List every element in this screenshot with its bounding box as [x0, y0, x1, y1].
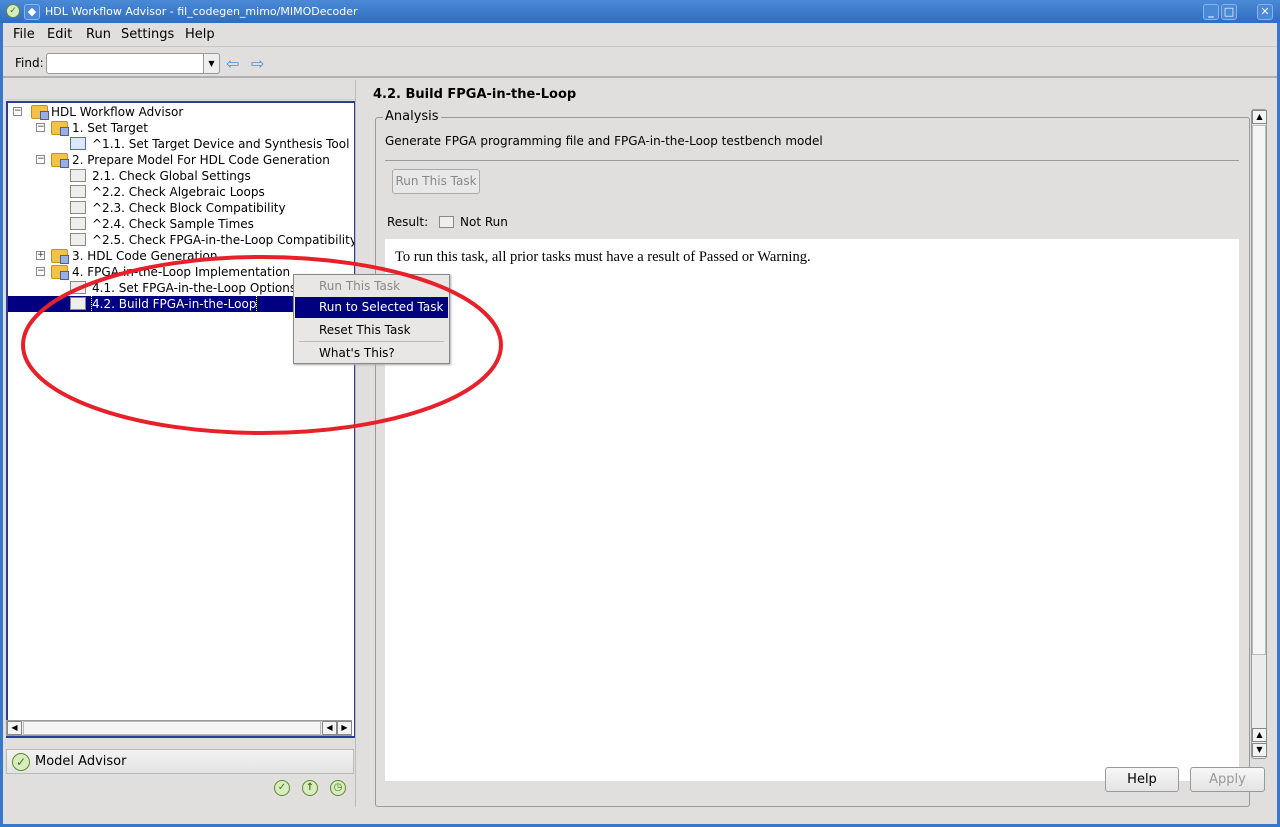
tree-item-label: ^2.3. Check Block Compatibility: [92, 201, 286, 215]
tree-item-label: 2.1. Check Global Settings: [92, 169, 251, 183]
check-upload-icon[interactable]: ↑: [302, 780, 318, 796]
find-toolbar: Find: ▼ ⇦ ⇨: [3, 48, 1277, 78]
tree-item-label: 2. Prepare Model For HDL Code Generation: [72, 153, 330, 167]
tree-item-label: 4.2. Build FPGA-in-the-Loop: [90, 295, 258, 313]
main-window: File Edit Run Settings Help Find: ▼ ⇦ ⇨ …: [3, 23, 1277, 824]
tree-item[interactable]: ^1.1. Set Target Device and Synthesis To…: [8, 136, 354, 152]
task-tree: − HDL Workflow Advisor −1. Set Target ^1.1.…: [6, 101, 356, 738]
model-advisor-label: Model Advisor: [35, 754, 127, 769]
task-icon: [70, 137, 86, 150]
find-dropdown-button[interactable]: ▼: [203, 53, 220, 74]
scroll-left-button-2[interactable]: ◀: [322, 721, 337, 735]
check-clock-icon[interactable]: ◷: [330, 780, 346, 796]
task-icon: [70, 201, 86, 214]
tree-item[interactable]: − HDL Workflow Advisor: [8, 104, 354, 120]
task-title: 4.2. Build FPGA-in-the-Loop: [373, 87, 577, 102]
model-advisor-check-icon: ✓: [12, 753, 30, 771]
model-advisor-bar[interactable]: ✓ Model Advisor: [6, 749, 354, 774]
splitter[interactable]: [355, 80, 359, 807]
tree-item[interactable]: − 1. Set Target: [8, 120, 354, 136]
tree-item[interactable]: 2.1. Check Global Settings: [8, 168, 354, 184]
tree-item[interactable]: +3. HDL Code Generation: [8, 248, 354, 264]
result-label: Result:: [387, 215, 429, 229]
run-this-task-button[interactable]: Run This Task: [392, 169, 480, 194]
task-icon: [70, 281, 86, 294]
tree-item[interactable]: − 2. Prepare Model For HDL Code Generatio…: [8, 152, 354, 168]
task-icon: [70, 233, 86, 246]
title-bar: ✓ ◆ HDL Workflow Advisor - fil_codegen_m…: [0, 0, 1280, 23]
maximize-button[interactable]: □: [1221, 4, 1237, 20]
tree-item[interactable]: ^2.4. Check Sample Times: [8, 216, 354, 232]
folder-icon: [51, 121, 69, 136]
not-run-icon: [439, 216, 454, 228]
folder-icon: [51, 249, 69, 264]
ctx-whats-this[interactable]: What's This?: [295, 343, 448, 364]
expand-icon[interactable]: +: [36, 251, 45, 260]
tree-item-label: 4. FPGA-in-the-Loop Implementation: [72, 265, 291, 279]
tree-item-label: HDL Workflow Advisor: [51, 105, 184, 119]
task-icon: [70, 185, 86, 198]
menu-settings[interactable]: Settings: [121, 27, 174, 42]
scroll-left-button[interactable]: ◀: [7, 721, 22, 735]
menu-run[interactable]: Run: [86, 27, 111, 42]
window-menu-icon[interactable]: ◆: [24, 4, 40, 20]
scroll-thumb[interactable]: [23, 721, 321, 735]
menu-file[interactable]: File: [13, 27, 35, 42]
result-output: To run this task, all prior tasks must h…: [385, 239, 1239, 781]
collapse-icon[interactable]: −: [36, 267, 45, 276]
result-message: To run this task, all prior tasks must h…: [395, 249, 811, 265]
tree-horizontal-scrollbar[interactable]: ◀ ◀ ▶: [6, 720, 352, 736]
tree-item-label: ^2.4. Check Sample Times: [92, 217, 254, 231]
ctx-separator: [299, 341, 444, 342]
task-icon: [70, 217, 86, 230]
context-menu: Run This Task Run to Selected Task Reset…: [293, 274, 450, 364]
scroll-right-button[interactable]: ▶: [337, 721, 352, 735]
tree-item-label: ^2.2. Check Algebraic Loops: [92, 185, 265, 199]
scroll-up-button[interactable]: ▲: [1252, 110, 1267, 124]
tree-item[interactable]: ^2.2. Check Algebraic Loops: [8, 184, 354, 200]
collapse-icon[interactable]: −: [36, 123, 45, 132]
task-description: Generate FPGA programming file and FPGA-…: [385, 134, 823, 148]
collapse-icon[interactable]: −: [36, 155, 45, 164]
tree-item-label: ^1.1. Set Target Device and Synthesis To…: [92, 137, 350, 151]
ctx-run-to-selected-task[interactable]: Run to Selected Task: [295, 297, 448, 318]
menu-bar: File Edit Run Settings Help: [3, 23, 1277, 47]
task-icon: [70, 297, 86, 310]
back-arrow-icon[interactable]: ⇦: [226, 54, 239, 73]
tree-item-label: 1. Set Target: [72, 121, 148, 135]
folder-icon: [51, 153, 69, 168]
folder-icon: [31, 105, 49, 120]
divider: [385, 160, 1239, 161]
ctx-run-this-task[interactable]: Run This Task: [295, 276, 448, 297]
scroll-thumb-vertical[interactable]: [1252, 125, 1266, 655]
find-input[interactable]: [46, 53, 220, 74]
apply-button[interactable]: Apply: [1190, 767, 1265, 792]
menu-help[interactable]: Help: [185, 27, 215, 42]
tree-item[interactable]: ^2.5. Check FPGA-in-the-Loop Compatibili…: [8, 232, 354, 248]
ctx-reset-this-task[interactable]: Reset This Task: [295, 320, 448, 341]
scroll-down-button[interactable]: ▼: [1252, 743, 1267, 757]
menu-edit[interactable]: Edit: [47, 27, 72, 42]
result-value: Not Run: [460, 215, 508, 229]
minimize-button[interactable]: _: [1203, 4, 1219, 20]
scroll-up-button-2[interactable]: ▲: [1252, 728, 1267, 742]
folder-icon: [51, 265, 69, 280]
tree-item[interactable]: ^2.3. Check Block Compatibility: [8, 200, 354, 216]
check-table-icon[interactable]: ✓: [274, 780, 290, 796]
task-icon: [70, 169, 86, 182]
analysis-legend: Analysis: [383, 109, 441, 124]
window-title: HDL Workflow Advisor - fil_codegen_mimo/…: [45, 5, 358, 18]
collapse-icon[interactable]: −: [13, 107, 22, 116]
forward-arrow-icon[interactable]: ⇨: [251, 54, 264, 73]
help-button[interactable]: Help: [1105, 767, 1179, 792]
find-label: Find:: [15, 56, 44, 70]
tree-item-label: 4.1. Set FPGA-in-the-Loop Options: [92, 281, 297, 295]
app-icon: ✓: [6, 4, 20, 18]
close-button[interactable]: ✕: [1257, 4, 1273, 20]
vertical-scrollbar[interactable]: ▲ ▲ ▼: [1251, 109, 1267, 759]
tree-item-label: 3. HDL Code Generation: [72, 249, 218, 263]
tree-item-label: ^2.5. Check FPGA-in-the-Loop Compatibili…: [92, 233, 356, 247]
tree-header: [6, 80, 356, 100]
